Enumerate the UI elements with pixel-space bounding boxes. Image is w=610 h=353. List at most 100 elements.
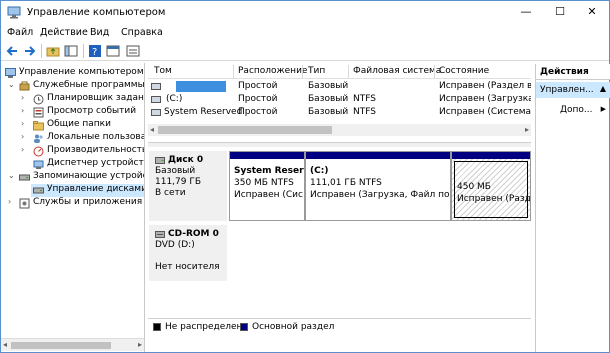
cell-type: Базовый xyxy=(308,81,349,91)
disk-name: Диск 0 xyxy=(168,155,204,165)
tree-item-performance[interactable]: › Производительность xyxy=(1,145,144,158)
chevron-down-icon[interactable]: ⌄ xyxy=(8,80,16,89)
volume-list-scrollbar[interactable]: ◂ ▸ xyxy=(148,124,531,136)
tree-item-task-scheduler[interactable]: › Планировщик заданий xyxy=(1,93,144,106)
help-icon[interactable]: ? xyxy=(88,44,102,58)
menu-view[interactable]: Вид xyxy=(90,27,109,38)
disk-state: В сети xyxy=(155,188,186,198)
show-hide-icon[interactable] xyxy=(126,44,140,58)
column-header-volume[interactable]: Том xyxy=(154,66,172,76)
up-folder-icon[interactable] xyxy=(46,44,60,58)
table-row[interactable]: (C:) Простой Базовый NTFS Исправен (Загр… xyxy=(148,94,531,106)
forward-arrow-icon[interactable] xyxy=(23,44,37,58)
computer-management-icon xyxy=(7,6,21,19)
cdrom-0-label[interactable]: CD-ROM 0 DVD (D:) Нет носителя xyxy=(149,225,227,281)
scroll-left-icon[interactable]: ◂ xyxy=(150,125,154,134)
window: Управление компьютером — ☐ ✕ Файл Действ… xyxy=(0,0,610,353)
tree-horizontal-scrollbar[interactable]: ◂ ▸ xyxy=(1,338,144,351)
close-button[interactable]: ✕ xyxy=(575,1,609,25)
window-title: Управление компьютером xyxy=(27,7,166,18)
tree-item-event-viewer[interactable]: › Просмотр событий xyxy=(1,106,144,119)
table-row[interactable]: Простой Базовый Исправен (Раздел вос xyxy=(148,81,531,93)
actions-header: Действия xyxy=(536,64,610,80)
cell-type: Базовый xyxy=(308,94,349,104)
cell-layout: Простой xyxy=(238,81,278,91)
submenu-arrow-icon: ▶ xyxy=(600,105,606,113)
tree-item-label: Общие папки xyxy=(47,119,111,129)
properties-icon[interactable] xyxy=(106,44,120,58)
volume-list: Том Расположение Тип Файловая система Со… xyxy=(148,64,531,142)
scrollbar-thumb[interactable] xyxy=(158,126,332,134)
partition-name: System Reserv xyxy=(234,166,305,176)
performance-icon xyxy=(33,146,44,157)
tree-item-label: Запоминающие устройст xyxy=(33,171,145,181)
storage-icon xyxy=(19,174,30,181)
primary-partition-bar xyxy=(306,152,450,159)
partition-status: Исправен (Разде xyxy=(457,194,531,204)
tree-item-device-manager[interactable]: Диспетчер устройств xyxy=(1,158,144,171)
menu-help[interactable]: Справка xyxy=(121,27,163,38)
volume-icon xyxy=(151,83,161,90)
maximize-button[interactable]: ☐ xyxy=(543,1,577,25)
back-arrow-icon[interactable] xyxy=(5,44,19,58)
partition-size: 350 МБ NTFS xyxy=(234,178,294,188)
partition-recovery[interactable]: 450 МБ Исправен (Разде xyxy=(451,151,531,221)
primary-partition-bar xyxy=(452,152,530,159)
disk-0-label[interactable]: Диск 0 Базовый 111,79 ГБ В сети xyxy=(149,151,227,221)
toolbar-separator xyxy=(41,44,42,58)
minimize-button[interactable]: — xyxy=(509,1,543,25)
volume-icon xyxy=(151,109,161,116)
actions-group-label: Управлен... xyxy=(540,85,594,95)
chevron-right-icon[interactable]: › xyxy=(21,145,29,154)
chevron-right-icon[interactable]: › xyxy=(21,119,29,128)
volume-list-header: Том Расположение Тип Файловая система Со… xyxy=(148,64,531,79)
actions-more-label: Допо... xyxy=(560,105,593,115)
actions-more[interactable]: Допо... ▶ xyxy=(536,102,610,118)
partition-name: (C:) xyxy=(310,166,329,176)
actions-group-disk-management[interactable]: Управлен... ▲ xyxy=(536,82,610,98)
console-tree-icon[interactable] xyxy=(64,44,78,58)
scroll-left-icon[interactable]: ◂ xyxy=(3,340,7,349)
column-header-filesystem[interactable]: Файловая система xyxy=(353,66,441,76)
chevron-down-icon[interactable]: ⌄ xyxy=(8,171,16,180)
tree-item-storage[interactable]: ⌄ Запоминающие устройст xyxy=(1,171,144,184)
scrollbar-thumb[interactable] xyxy=(11,342,111,349)
menu-action[interactable]: Действие xyxy=(40,27,88,38)
cell-volume: (C:) xyxy=(166,94,183,104)
disk-kind: DVD (D:) xyxy=(155,240,195,250)
tree-item-label: Планировщик заданий xyxy=(47,93,145,103)
column-divider[interactable] xyxy=(302,65,303,78)
console-tree: Управление компьютером (л ⌄ Служебные пр… xyxy=(1,63,145,352)
actions-pane: Действия Управлен... ▲ Допо... ▶ xyxy=(535,64,610,352)
column-header-status[interactable]: Состояние xyxy=(439,66,489,76)
table-row[interactable]: System Reserved Простой Базовый NTFS Исп… xyxy=(148,107,531,119)
chevron-right-icon[interactable]: › xyxy=(21,93,29,102)
column-divider[interactable] xyxy=(233,65,234,78)
tree-item-shared-folders[interactable]: › Общие папки xyxy=(1,119,144,132)
svg-text:?: ? xyxy=(92,47,97,58)
tree-item-computer-management[interactable]: Управление компьютером (л xyxy=(1,67,144,80)
cell-filesystem: NTFS xyxy=(353,94,376,104)
disk-map: Диск 0 Базовый 111,79 ГБ В сети System R… xyxy=(148,147,531,317)
disk-name: CD-ROM 0 xyxy=(168,229,219,239)
column-divider[interactable] xyxy=(348,65,349,78)
chevron-right-icon[interactable]: › xyxy=(21,106,29,115)
collapse-up-icon[interactable]: ▲ xyxy=(600,84,606,93)
tree-item-services-apps[interactable]: › Службы и приложения xyxy=(1,197,144,210)
chevron-right-icon[interactable]: › xyxy=(21,132,29,141)
menu-file[interactable]: Файл xyxy=(7,27,33,38)
scroll-right-icon[interactable]: ▸ xyxy=(138,340,142,349)
column-header-type[interactable]: Тип xyxy=(308,66,325,76)
scroll-right-icon[interactable]: ▸ xyxy=(525,125,529,134)
tree-item-local-users[interactable]: › Локальные пользовате xyxy=(1,132,144,145)
partition-system-reserved[interactable]: System Reserv 350 МБ NTFS Исправен (Сис xyxy=(229,151,305,221)
cell-layout: Простой xyxy=(238,94,278,104)
partition-c[interactable]: (C:) 111,01 ГБ NTFS Исправен (Загрузка, … xyxy=(305,151,451,221)
chevron-right-icon[interactable]: › xyxy=(8,197,16,206)
disk-size: 111,79 ГБ xyxy=(155,177,202,187)
partition-size: 450 МБ xyxy=(457,182,491,192)
tree-item-system-tools[interactable]: ⌄ Служебные программы xyxy=(1,80,144,93)
column-divider[interactable] xyxy=(434,65,435,78)
tree-item-disk-management[interactable]: Управление дисками xyxy=(31,184,144,197)
column-header-layout[interactable]: Расположение xyxy=(238,66,307,76)
